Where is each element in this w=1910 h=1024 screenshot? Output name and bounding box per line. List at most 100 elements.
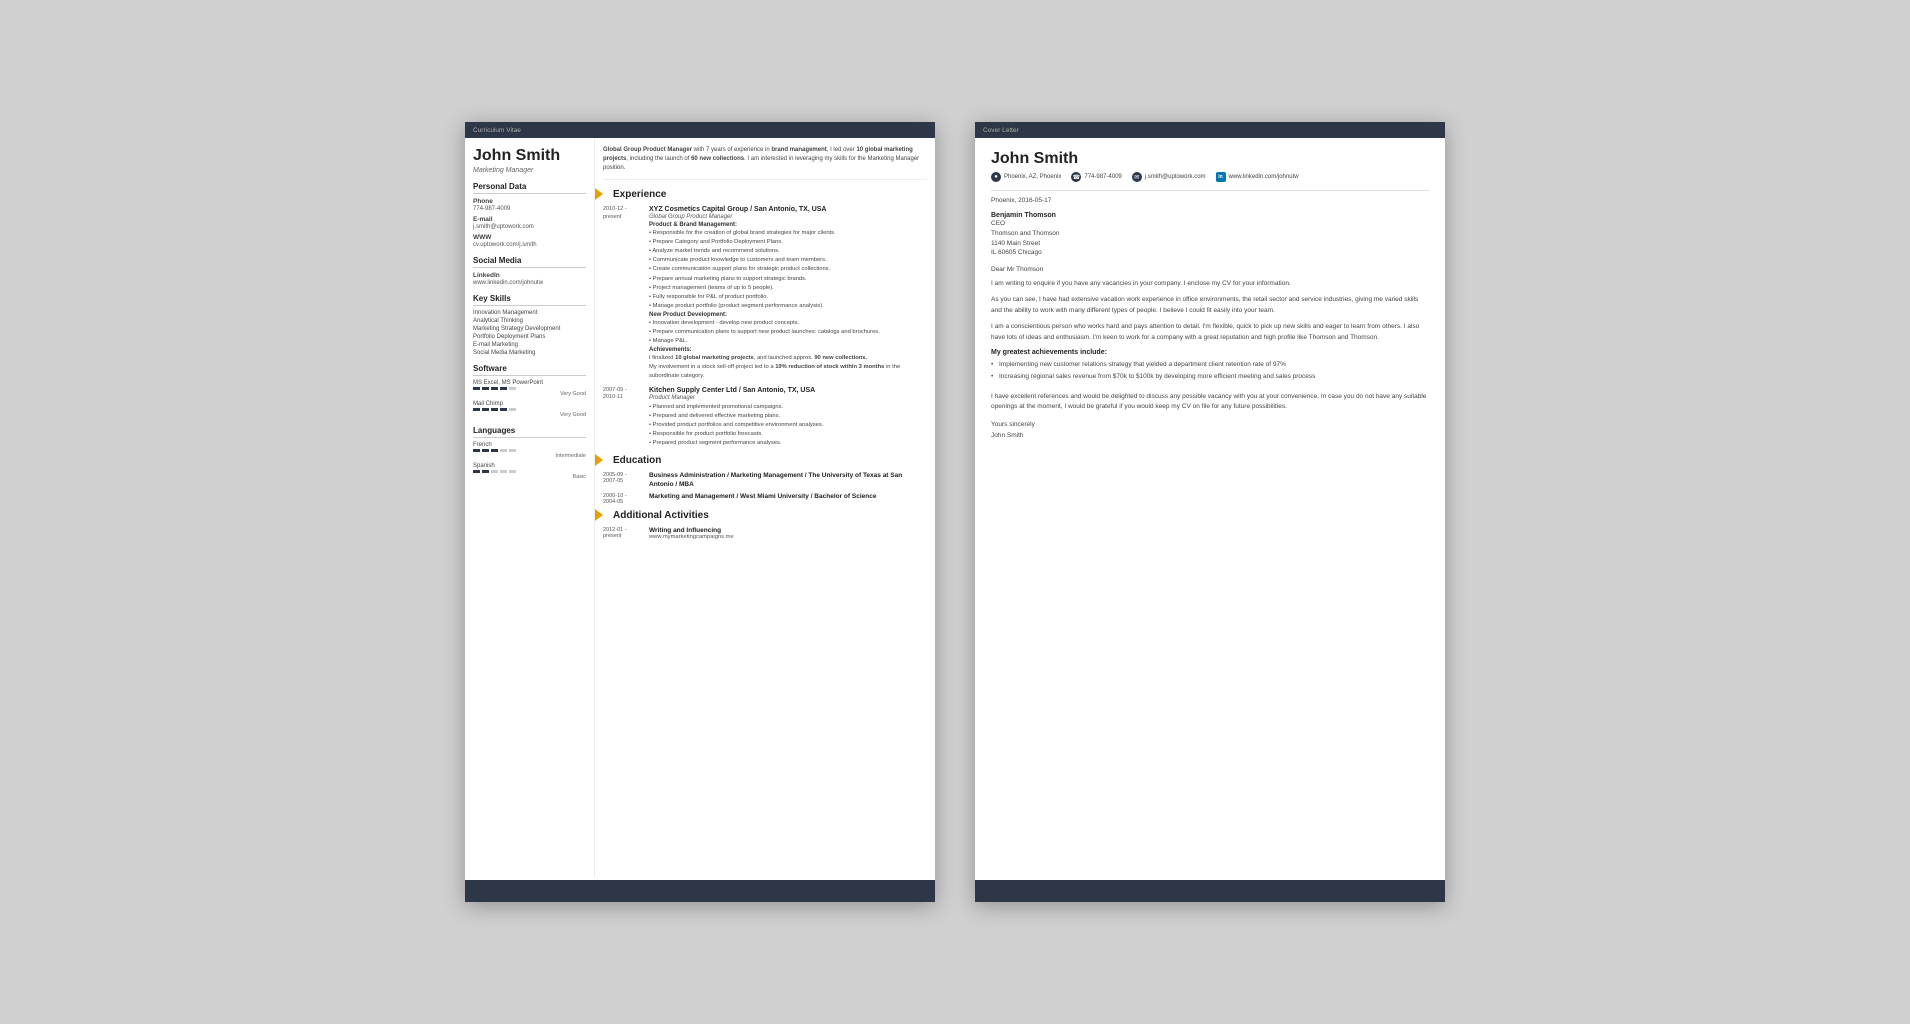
activities-label: Additional Activities (613, 510, 709, 521)
exp-achievement-1: I finalized 10 global marketing projects… (649, 354, 927, 362)
edu-degree-2: Marketing and Management / West Miami Un… (649, 493, 927, 501)
key-skills-section: Key Skills (473, 294, 586, 306)
dot3 (491, 470, 498, 473)
dot1 (473, 408, 480, 411)
exp-bullet: • Project management (teams of up to 5 p… (649, 284, 927, 292)
exp-company-1: XYZ Cosmetics Capital Group / San Antoni… (649, 206, 927, 213)
activity-content-1: Writing and Influencing www.mymarketingc… (649, 527, 734, 540)
dot1 (473, 449, 480, 452)
linkedin-icon: in (1216, 172, 1226, 182)
exp-entry-1: 2010-12 -present XYZ Cosmetics Capital G… (603, 206, 927, 381)
activity-url-1: www.mymarketingcampaigns.me (649, 534, 734, 540)
education-section-title: Education (603, 454, 927, 466)
spanish-rating-bar (473, 470, 586, 473)
software-excel: MS Excel, MS PowerPoint (473, 380, 586, 386)
dot1 (473, 470, 480, 473)
dot2 (482, 408, 489, 411)
exp-content-1: XYZ Cosmetics Capital Group / San Antoni… (649, 206, 927, 381)
cl-closing: Yours sincerely (991, 421, 1429, 428)
cl-signature: John Smith (991, 432, 1429, 439)
email-value: j.smith@uptowork.com (473, 224, 586, 230)
experience-arrow (595, 188, 603, 200)
edu-content-1: Business Administration / Marketing Mana… (649, 472, 927, 489)
cl-achievement-2: Increasing regional sales revenue from $… (991, 372, 1429, 382)
skill-analytical: Analytical Thinking (473, 318, 586, 324)
cl-body: John Smith ● Phoenix, AZ, Phoenix ☎ 774-… (975, 138, 1445, 475)
cv-body: John Smith Marketing Manager Personal Da… (465, 138, 935, 878)
dot3 (491, 387, 498, 390)
email-label: E-mail (473, 216, 586, 223)
excel-rating-bar (473, 387, 586, 390)
software-mailchimp: Mail Chimp (473, 401, 586, 407)
cl-linkedin: in www.linkedin.com/johnutw (1216, 172, 1299, 182)
skill-social: Social Media Marketing (473, 350, 586, 356)
cl-recipient-address: 1140 Main Street (991, 239, 1429, 249)
dot4 (500, 470, 507, 473)
edu-content-2: Marketing and Management / West Miami Un… (649, 493, 927, 505)
cl-email-text: j.smith@uptowork.com (1145, 174, 1206, 180)
dot5 (509, 408, 516, 411)
phone-value: 774-987-4009 (473, 206, 586, 212)
exp-position-1: Global Group Product Manager (649, 214, 927, 220)
exp-achievement-2: My involvement in a stock sell-off proje… (649, 363, 927, 379)
software-section: Software (473, 364, 586, 376)
experience-label: Experience (613, 189, 666, 200)
activity-date-1: 2012-01 -present (603, 527, 643, 540)
www-value: cv.uptowork.com/j.smith (473, 242, 586, 248)
exp-position-2: Product Manager (649, 395, 927, 401)
cl-date: Phoenix, 2016-05-17 (991, 197, 1429, 204)
exp-subsection-achievements: Achievements: (649, 347, 927, 353)
email-icon: ✉ (1132, 172, 1142, 182)
exp-bullet: • Responsible for the creation of global… (649, 229, 927, 237)
exp-date-1: 2010-12 -present (603, 206, 643, 381)
personal-data-section: Personal Data (473, 182, 586, 194)
language-french: French (473, 442, 586, 448)
cl-header-bar: Cover Letter (975, 122, 1445, 138)
edu-date-1: 2005-09 -2007-05 (603, 472, 643, 489)
cl-contact-row: ● Phoenix, AZ, Phoenix ☎ 774-987-4009 ✉ … (991, 172, 1429, 182)
documents-container: Curriculum Vitae John Smith Marketing Ma… (465, 122, 1445, 902)
dot2 (482, 470, 489, 473)
dot5 (509, 470, 516, 473)
exp-company-2: Kitchen Supply Center Ltd / San Antonio,… (649, 387, 927, 394)
exp-bullet: • Communicate product knowledge to custo… (649, 256, 927, 264)
location-icon: ● (991, 172, 1001, 182)
cl-location: ● Phoenix, AZ, Phoenix (991, 172, 1061, 182)
exp-bullet: • Planned and implemented promotional ca… (649, 403, 927, 411)
exp-bullet: • Analyze market trends and recommend so… (649, 247, 927, 255)
exp-date-2: 2007-09 -2010-11 (603, 387, 643, 449)
french-rating-label: Intermediate (473, 453, 586, 459)
experience-section-title: Experience (603, 188, 927, 200)
cl-phone: ☎ 774-987-4009 (1071, 172, 1121, 182)
exp-bullet: • Prepare annual marketing plans to supp… (649, 275, 927, 283)
exp-subsection-brand: Product & Brand Management: (649, 222, 927, 228)
phone-icon: ☎ (1071, 172, 1081, 182)
cv-name: John Smith (473, 146, 586, 165)
education-arrow (595, 454, 603, 466)
cl-closing-paragraph: I have excellent references and would be… (991, 392, 1429, 413)
dot4 (500, 387, 507, 390)
dot2 (482, 387, 489, 390)
exp-bullet: • Prepared and delivered effective marke… (649, 412, 927, 420)
spanish-rating-label: Basic (473, 474, 586, 480)
skill-marketing-strategy: Marketing Strategy Development (473, 326, 586, 332)
cl-salutation: Dear Mr Thomson (991, 266, 1429, 273)
cl-divider (991, 190, 1429, 191)
cl-achievement-1: Implementing new customer relations stra… (991, 360, 1429, 370)
edu-entry-2: 2000-10 -2004-05 Marketing and Managemen… (603, 493, 927, 505)
cv-main-content: Global Group Product Manager with 7 year… (595, 138, 935, 878)
edu-entry-1: 2005-09 -2007-05 Business Administration… (603, 472, 927, 489)
dot3 (491, 449, 498, 452)
dot4 (500, 408, 507, 411)
exp-bullet: • Prepare Category and Portfolio Deploym… (649, 238, 927, 246)
dot5 (509, 449, 516, 452)
cv-header-label: Curriculum Vitae (473, 127, 521, 134)
mailchimp-rating-label: Very Good (473, 412, 586, 418)
cover-letter-document: Cover Letter John Smith ● Phoenix, AZ, P… (975, 122, 1445, 902)
dot3 (491, 408, 498, 411)
exp-content-2: Kitchen Supply Center Ltd / San Antonio,… (649, 387, 927, 449)
edu-date-2: 2000-10 -2004-05 (603, 493, 643, 505)
exp-bullet: • Manage P&L. (649, 337, 927, 345)
skill-email: E-mail Marketing (473, 342, 586, 348)
cl-paragraph-2: As you can see, I have had extensive vac… (991, 295, 1429, 316)
